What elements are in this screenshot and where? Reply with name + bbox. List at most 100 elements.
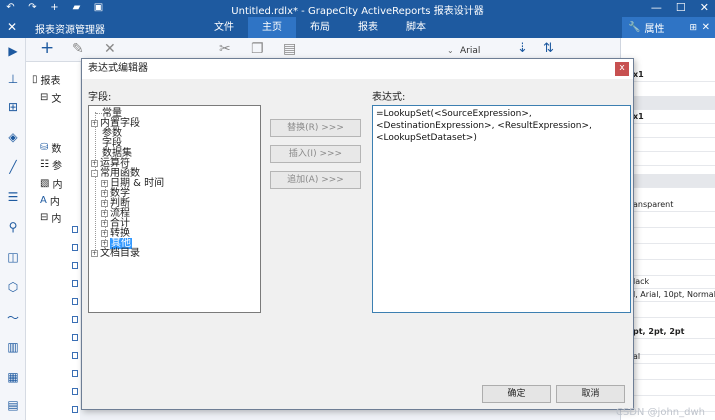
property-row[interactable]: ansparent [621, 198, 715, 212]
close-window-button[interactable]: ✕ [700, 1, 709, 15]
cancel-button[interactable]: 取消 [556, 385, 625, 403]
shapes-icon[interactable]: ⬡ [6, 280, 20, 294]
report-icon: ▯ [32, 74, 38, 85]
property-row[interactable] [621, 366, 715, 380]
explorer-node-label: 内 [49, 197, 60, 208]
pin-icon[interactable]: ⊞ [689, 23, 697, 33]
property-row[interactable] [621, 382, 715, 396]
expression-textarea[interactable]: =LookupSet(<SourceExpression>, <Destinat… [372, 105, 631, 313]
font-name-combo[interactable]: Arial [460, 46, 480, 56]
window-controls: — ☐ ✕ [651, 1, 709, 15]
property-row[interactable]: l, Arial, 10pt, Normal [621, 288, 715, 302]
explorer-node[interactable]: A内 [40, 193, 60, 208]
text-icon: A [40, 195, 47, 206]
property-row[interactable] [621, 214, 715, 228]
field-icon [72, 406, 78, 413]
property-row[interactable] [621, 262, 715, 276]
hierarchy-icon[interactable]: ⊥ [6, 72, 20, 86]
field-icon [72, 244, 78, 251]
sparkline-icon[interactable]: 〜 [6, 310, 20, 325]
field-icon [72, 262, 78, 269]
property-row[interactable]: lack [621, 275, 715, 289]
properties-tab-label: 属性 [644, 24, 665, 35]
edit-icon[interactable]: ✎ [72, 41, 84, 57]
field-icon [72, 298, 78, 305]
dialog-close-button[interactable]: x [615, 62, 629, 76]
property-row[interactable] [621, 124, 715, 138]
close-properties-icon[interactable]: ✕ [702, 22, 710, 33]
chevron-down-icon[interactable]: ⌄ [447, 46, 454, 55]
explorer-node[interactable]: ⊟ 文 [40, 90, 61, 105]
tab-report[interactable]: 报表 [344, 17, 392, 38]
split-icon[interactable]: ◫ [6, 250, 20, 264]
explorer-node-label: 文 [51, 94, 62, 105]
ok-button[interactable]: 确定 [482, 385, 551, 403]
properties-tab[interactable]: 🔧 属性 ⊞ ✕ [622, 17, 715, 38]
field-icon [72, 388, 78, 395]
field-icon [72, 226, 78, 233]
delete-icon[interactable]: ✕ [104, 41, 116, 57]
tree-node[interactable]: + 文档目录 [91, 248, 140, 259]
property-row[interactable] [621, 96, 715, 110]
maximize-button[interactable]: ☐ [676, 1, 686, 15]
paste-icon[interactable]: ▤ [283, 41, 296, 57]
replace-button[interactable]: 替换(R) >>> [270, 119, 361, 137]
parameters-icon: ☷ [40, 159, 49, 170]
explorer-node[interactable]: ▧ 内 [40, 176, 62, 191]
property-row[interactable] [621, 138, 715, 152]
explorer-node[interactable]: ⛁ 数 [40, 140, 61, 155]
explorer-node[interactable]: ☷ 参 [40, 157, 62, 172]
tab-home[interactable]: 主页 [248, 17, 296, 38]
cut-icon[interactable]: ✂ [219, 41, 231, 57]
dialog-title: 表达式编辑器 [82, 59, 633, 79]
expression-editor-dialog: 表达式编辑器 x 字段: 表达式: 常量 + 内置字段 参数 字段 数据集 + 运算… [81, 58, 634, 410]
fields-tree[interactable]: 常量 + 内置字段 参数 字段 数据集 + 运算符 - 常用函数 + 日期 & 时间 +… [88, 105, 261, 313]
collapse-icon: ⊟ [40, 92, 49, 103]
wrench-icon: 🔧 [628, 22, 641, 33]
pointer-icon[interactable]: ▶ [6, 44, 20, 58]
layers-icon[interactable]: ◈ [6, 130, 20, 144]
close-explorer-icon[interactable]: ✕ [7, 20, 17, 34]
property-row[interactable]: x1 [621, 68, 715, 82]
tab-script[interactable]: 脚本 [392, 17, 440, 38]
tab-file[interactable]: 文件 [200, 17, 248, 38]
add-icon[interactable]: + [40, 38, 54, 58]
copy-icon[interactable]: ❐ [251, 41, 264, 57]
window-title: Untitled.rdlx* - GrapeCity ActiveReports… [231, 6, 484, 17]
ribbon-tab-bar: ✕ 报表资源管理器 文件 主页 布局 报表 脚本 🔧 属性 ⊞ ✕ [0, 17, 715, 38]
map-pin-icon[interactable]: ⚲ [6, 220, 20, 234]
sort-icon[interactable]: ⇣ [517, 41, 528, 56]
append-button[interactable]: 追加(A) >>> [270, 171, 361, 189]
expression-label: 表达式: [372, 92, 406, 103]
field-icon [72, 352, 78, 359]
document-icon[interactable]: ▤ [6, 398, 20, 412]
insert-button[interactable]: 插入(I) >>> [270, 145, 361, 163]
property-row[interactable] [621, 174, 715, 188]
collapse-icon: ⊟ [40, 212, 49, 223]
field-icon [72, 334, 78, 341]
line-icon[interactable]: ╱ [6, 160, 20, 174]
grid-icon[interactable]: ⊞ [6, 100, 20, 114]
explorer-node-label: 内 [51, 214, 62, 225]
property-row[interactable]: al [621, 350, 715, 364]
property-row[interactable] [621, 246, 715, 260]
field-icon [72, 370, 78, 377]
title-bar: ↶ ↷ + ▰ ▣ Untitled.rdlx* - GrapeCity Act… [0, 0, 715, 17]
ribbon-tabs: 文件 主页 布局 报表 脚本 [200, 17, 440, 38]
minimize-button[interactable]: — [651, 1, 662, 15]
tab-layout[interactable]: 布局 [296, 17, 344, 38]
image-icon: ▧ [40, 178, 50, 189]
property-row[interactable]: x1 [621, 110, 715, 124]
property-row[interactable] [621, 230, 715, 244]
swap-icon[interactable]: ⇅ [543, 41, 554, 56]
explorer-report-node[interactable]: ▯ 报表 [32, 72, 61, 87]
list-icon[interactable]: ☰ [6, 190, 20, 204]
table-icon[interactable]: ▦ [6, 370, 20, 384]
left-toolbox: ▶ ⊥ ⊞ ◈ ╱ ☰ ⚲ ◫ ⬡ 〜 ▥ ▦ ▤ [0, 38, 26, 420]
property-row[interactable] [621, 304, 715, 318]
explorer-node[interactable]: ⊟ 内 [40, 210, 61, 225]
property-row[interactable]: pt, 2pt, 2pt [621, 325, 715, 339]
property-row[interactable] [621, 152, 715, 166]
report-icon[interactable]: ▥ [6, 340, 20, 354]
database-icon: ⛁ [40, 142, 49, 153]
